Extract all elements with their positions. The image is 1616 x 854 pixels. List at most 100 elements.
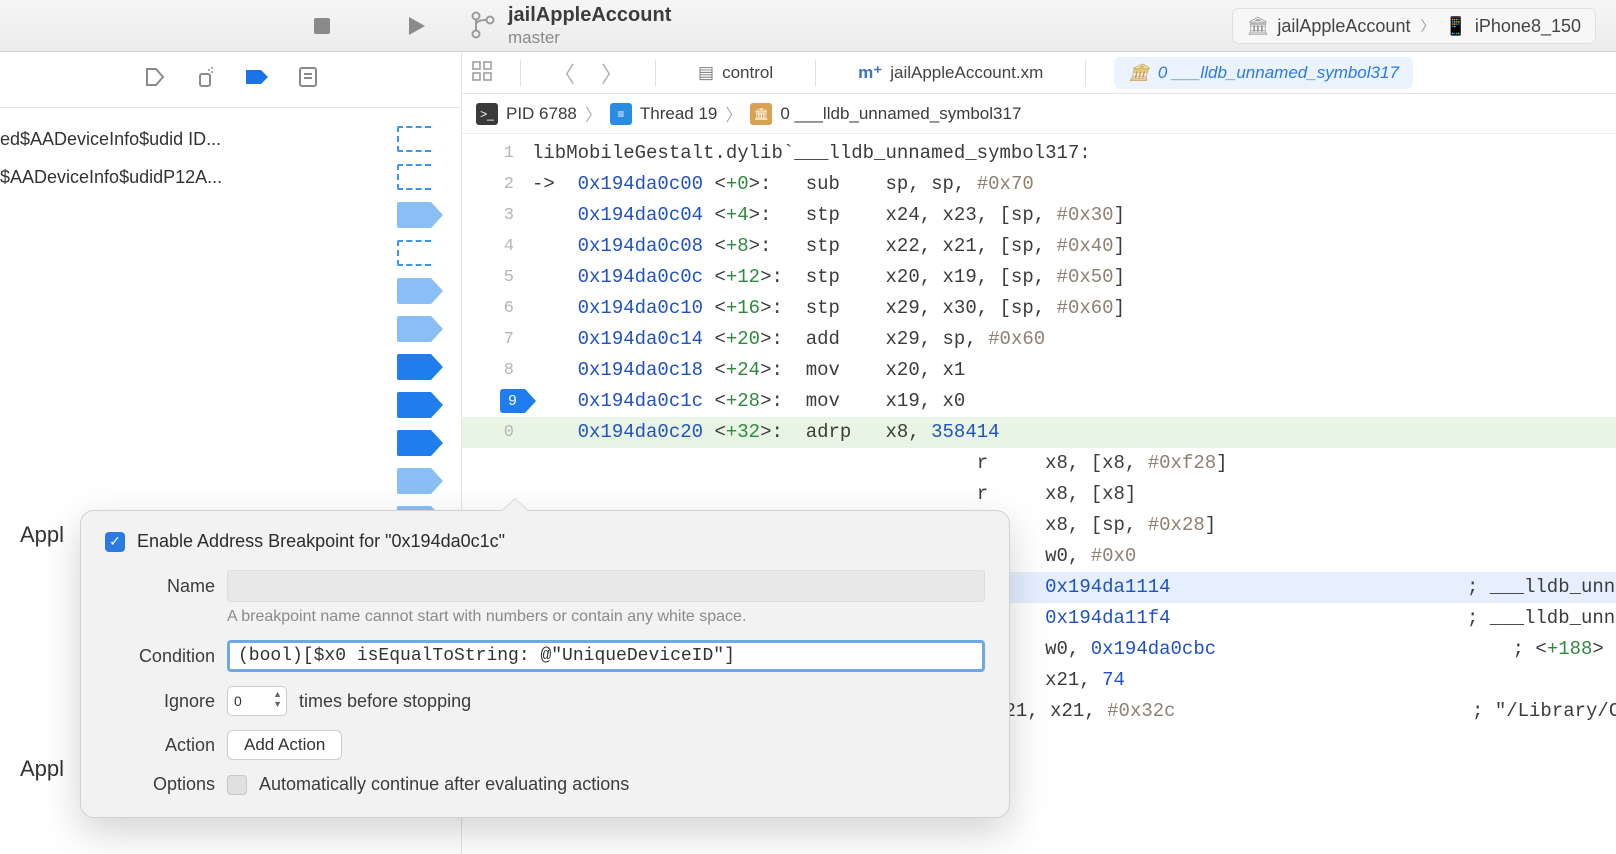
options-text: Automatically continue after evaluating … bbox=[259, 774, 629, 795]
code-content: libMobileGestalt.dylib`___lldb_unnamed_s… bbox=[532, 138, 1616, 169]
nav-spray-icon[interactable] bbox=[194, 66, 216, 94]
crumb-thread[interactable]: Thread 19 bbox=[640, 104, 718, 124]
breakpoint-list: ed$AADeviceInfo$udid ID... $AADeviceInfo$… bbox=[0, 108, 461, 576]
name-hint: A breakpoint name cannot start with numb… bbox=[227, 608, 985, 626]
line-number: 1 bbox=[462, 138, 532, 169]
breakpoint-label: $AADeviceInfo$udidP12A... bbox=[0, 167, 389, 188]
tab-active-symbol[interactable]: 🏛 0 ___lldb_unnamed_symbol317 bbox=[1114, 57, 1413, 89]
name-input[interactable] bbox=[227, 570, 985, 602]
scheme-name: jailAppleAccount bbox=[1277, 16, 1410, 37]
run-button[interactable] bbox=[399, 9, 433, 43]
tab-label: control bbox=[722, 63, 773, 83]
jump-bar[interactable]: >_ PID 6788 〉 ≡ Thread 19 〉 🏛 0 ___lldb_… bbox=[462, 94, 1616, 134]
code-content: 0x194da0c08 <+8>: stp x22, x21, [sp, #0x… bbox=[532, 231, 1616, 262]
file-icon: ▤ bbox=[698, 63, 714, 83]
crumb-pid[interactable]: PID 6788 bbox=[506, 104, 577, 124]
breakpoint-row[interactable] bbox=[0, 386, 461, 424]
breakpoint-row[interactable] bbox=[0, 196, 461, 234]
device-name: iPhone8_150 bbox=[1475, 16, 1581, 37]
nav-report-icon[interactable] bbox=[298, 66, 318, 94]
code-line[interactable]: r x8, [x8, #0xf28] bbox=[462, 448, 1616, 479]
branch-icon bbox=[470, 10, 496, 43]
code-line[interactable]: 3 0x194da0c04 <+4>: stp x24, x23, [sp, #… bbox=[462, 200, 1616, 231]
code-content: r x8, [x8, #0xf28] bbox=[532, 448, 1616, 479]
line-number: 4 bbox=[462, 231, 532, 262]
project-branch[interactable]: master bbox=[508, 28, 671, 48]
nav-breakpoint-icon[interactable] bbox=[244, 68, 270, 92]
scheme-selector[interactable]: 🏛 jailAppleAccount 〉 📱 iPhone8_150 bbox=[1232, 8, 1596, 44]
breakpoint-row[interactable] bbox=[0, 310, 461, 348]
chevron-right-icon: 〉 bbox=[1420, 16, 1434, 36]
chevron-right-icon: 〉 bbox=[725, 101, 742, 126]
crumb-symbol[interactable]: 0 ___lldb_unnamed_symbol317 bbox=[780, 104, 1021, 124]
navigator-selector bbox=[0, 52, 461, 108]
line-number: 2 bbox=[462, 169, 532, 200]
line-number: 8 bbox=[462, 355, 532, 386]
code-line[interactable]: 9 0x194da0c1c <+28>: mov x19, x0 bbox=[462, 386, 1616, 417]
breakpoint-indicator-icon[interactable] bbox=[397, 468, 441, 494]
project-header: jailAppleAccount master bbox=[470, 0, 671, 52]
code-line[interactable]: r x8, [x8] bbox=[462, 479, 1616, 510]
breakpoint-indicator-icon[interactable] bbox=[397, 164, 441, 190]
code-content: 0x194da0c10 <+16>: stp x29, x30, [sp, #0… bbox=[532, 293, 1616, 324]
device-icon: 📱 bbox=[1444, 16, 1466, 37]
file-icon: m⁺ bbox=[858, 63, 882, 83]
breakpoint-indicator-icon[interactable] bbox=[397, 354, 441, 380]
breakpoint-indicator-icon[interactable] bbox=[397, 202, 441, 228]
tab-bar: 〈 〉 ▤ control m⁺ jailAppleAccount.xm 🏛 0… bbox=[462, 52, 1616, 94]
ignore-stepper[interactable]: 0 ▲▼ bbox=[227, 686, 287, 716]
code-line[interactable]: 6 0x194da0c10 <+16>: stp x29, x30, [sp, … bbox=[462, 293, 1616, 324]
breakpoint-row[interactable]: $AADeviceInfo$udidP12A... bbox=[0, 158, 461, 196]
code-content: 0x194da0c18 <+24>: mov x20, x1 bbox=[532, 355, 1616, 386]
add-action-button[interactable]: Add Action bbox=[227, 730, 342, 760]
nav-tag-icon[interactable] bbox=[144, 66, 166, 94]
options-label: Options bbox=[105, 774, 215, 795]
symbol-icon: 🏛 bbox=[1128, 63, 1150, 83]
stop-button[interactable] bbox=[305, 9, 339, 43]
code-line[interactable]: 4 0x194da0c08 <+8>: stp x22, x21, [sp, #… bbox=[462, 231, 1616, 262]
breakpoint-indicator-icon[interactable] bbox=[397, 392, 441, 418]
breakpoint-row[interactable] bbox=[0, 424, 461, 462]
tab-xm-file[interactable]: m⁺ jailAppleAccount.xm bbox=[844, 57, 1057, 89]
breakpoint-indicator-icon[interactable] bbox=[397, 316, 441, 342]
line-number: 7 bbox=[462, 324, 532, 355]
code-content: 0x194da0c1c <+28>: mov x19, x0 bbox=[532, 386, 1616, 417]
code-line[interactable]: 5 0x194da0c0c <+12>: stp x20, x19, [sp, … bbox=[462, 262, 1616, 293]
code-line[interactable]: 0 0x194da0c20 <+32>: adrp x8, 358414 bbox=[462, 417, 1616, 448]
auto-continue-checkbox[interactable] bbox=[227, 775, 247, 795]
condition-input[interactable] bbox=[227, 640, 985, 672]
breakpoint-row[interactable] bbox=[0, 462, 461, 500]
scheme-icon: 🏛 bbox=[1247, 16, 1270, 37]
breakpoint-indicator-icon[interactable] bbox=[397, 240, 441, 266]
code-line[interactable]: 2-> 0x194da0c00 <+0>: sub sp, sp, #0x70 bbox=[462, 169, 1616, 200]
breakpoint-label: ed$AADeviceInfo$udid ID... bbox=[0, 129, 389, 150]
enable-checkbox[interactable]: ✓ bbox=[105, 532, 125, 552]
code-content: 0x194da0c04 <+4>: stp x24, x23, [sp, #0x… bbox=[532, 200, 1616, 231]
breakpoint-indicator-icon[interactable] bbox=[397, 126, 441, 152]
breakpoint-row[interactable] bbox=[0, 234, 461, 272]
project-title: jailAppleAccount bbox=[508, 4, 671, 27]
code-line[interactable]: 8 0x194da0c18 <+24>: mov x20, x1 bbox=[462, 355, 1616, 386]
nav-back-button[interactable]: 〈 bbox=[549, 57, 579, 89]
breakpoint-row[interactable] bbox=[0, 348, 461, 386]
stepper-arrows-icon[interactable]: ▲▼ bbox=[273, 689, 282, 709]
breakpoint-marker-icon[interactable]: 9 bbox=[500, 389, 525, 413]
code-content: -> 0x194da0c00 <+0>: sub sp, sp, #0x70 bbox=[532, 169, 1616, 200]
breakpoint-row[interactable] bbox=[0, 272, 461, 310]
ignore-value: 0 bbox=[234, 693, 242, 709]
code-line[interactable]: 1libMobileGestalt.dylib`___lldb_unnamed_… bbox=[462, 138, 1616, 169]
ignore-label: Ignore bbox=[105, 691, 215, 712]
tab-control[interactable]: ▤ control bbox=[684, 57, 787, 89]
breakpoint-row[interactable]: ed$AADeviceInfo$udid ID... bbox=[0, 120, 461, 158]
related-items-icon[interactable] bbox=[472, 61, 492, 84]
nav-forward-button[interactable]: 〉 bbox=[597, 57, 627, 89]
breakpoint-editor-popover: ✓ Enable Address Breakpoint for "0x194da… bbox=[80, 510, 1010, 818]
breakpoint-indicator-icon[interactable] bbox=[397, 278, 441, 304]
section-label-b: Appl bbox=[20, 756, 64, 782]
condition-label: Condition bbox=[105, 646, 215, 667]
breakpoint-indicator-icon[interactable] bbox=[397, 430, 441, 456]
process-icon: >_ bbox=[476, 103, 498, 125]
ignore-suffix: times before stopping bbox=[299, 691, 471, 712]
enable-label: Enable Address Breakpoint for "0x194da0c… bbox=[137, 531, 505, 552]
code-line[interactable]: 7 0x194da0c14 <+20>: add x29, sp, #0x60 bbox=[462, 324, 1616, 355]
